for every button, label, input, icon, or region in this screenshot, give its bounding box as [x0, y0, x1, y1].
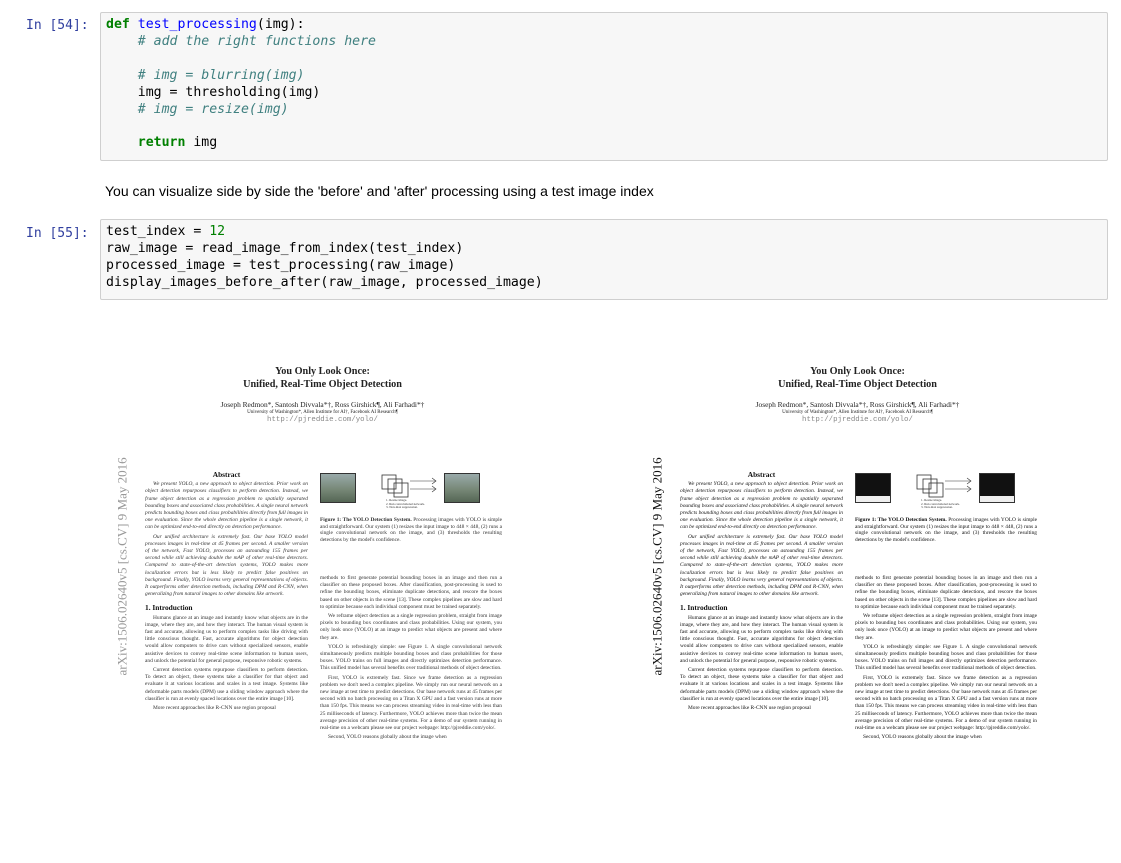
figure-caption: Figure 1: The YOLO Detection System. Pro…: [320, 517, 502, 543]
abstract-paragraph: Our unified architecture is extremely fa…: [145, 533, 308, 598]
figure-1: 1. Resize image. 2. Run convolutional ne…: [855, 469, 1037, 509]
body-paragraph: YOLO is refreshingly simple: see Figure …: [855, 643, 1037, 672]
code-editor[interactable]: test_index = 12 raw_image = read_image_f…: [101, 220, 1107, 296]
figure-output-image: [444, 473, 480, 503]
paper-right-column: methods to first generate potential boun…: [320, 575, 502, 743]
body-paragraph: More recent approaches like R-CNN use re…: [153, 705, 276, 712]
abstract-heading: Abstract: [747, 470, 776, 479]
body-paragraph: Current detection systems repurpose clas…: [680, 667, 843, 702]
paper-affiliation: University of Washington*, Allen Institu…: [782, 410, 933, 415]
figure-caption: Figure 1: The YOLO Detection System. Pro…: [855, 517, 1037, 543]
body-paragraph: Humans glance at an image and instantly …: [680, 614, 843, 664]
figure-steps: 1. Resize image. 2. Run convolutional ne…: [921, 498, 960, 510]
intro-heading: 1. Introduction: [680, 603, 728, 613]
body-paragraph: YOLO is refreshingly simple: see Figure …: [320, 643, 502, 672]
body-paragraph: Second, YOLO reasons globally about the …: [328, 734, 447, 741]
arxiv-stamp: arXiv:1506.02640v5 [cs.CV] 9 May 2016: [649, 457, 665, 676]
body-paragraph: Current detection systems repurpose clas…: [145, 667, 308, 702]
paper-authors: Joseph Redmon*, Santosh Divvala*†, Ross …: [755, 400, 960, 409]
paper-authors: Joseph Redmon*, Santosh Divvala*†, Ross …: [220, 400, 425, 409]
code-token: img: [185, 135, 218, 151]
code-token: return: [137, 135, 186, 151]
code-token: # img = blurring(img): [137, 67, 305, 83]
code-token: processed_image = test_processing(raw_im…: [106, 257, 456, 273]
code-token: # add the right functions here: [137, 33, 376, 49]
figure-output-image: [979, 473, 1015, 503]
cell-54-input[interactable]: def test_processing(img): # add the righ…: [100, 12, 1108, 161]
code-token: test_processing: [137, 17, 257, 32]
markdown-text: You can visualize side by side the 'befo…: [105, 183, 654, 199]
figure-steps: 1. Resize image. 2. Run convolutional ne…: [386, 498, 425, 510]
paper-affiliation: University of Washington*, Allen Institu…: [247, 410, 398, 415]
body-paragraph: More recent approaches like R-CNN use re…: [688, 705, 811, 712]
body-paragraph: We reframe object detection as a single …: [320, 613, 502, 641]
arxiv-stamp: arXiv:1506.02640v5 [cs.CV] 9 May 2016: [114, 457, 130, 676]
code-token: # img = resize(img): [137, 101, 289, 117]
intro-heading: 1. Introduction: [145, 603, 193, 613]
body-paragraph: First, YOLO is extremely fast. Since we …: [855, 674, 1037, 732]
paper-title: You Only Look Once: Unified, Real-Time O…: [778, 366, 937, 390]
abstract-paragraph: We present YOLO, a new approach to objec…: [680, 481, 843, 531]
paper-page: You Only Look Once: Unified, Real-Time O…: [110, 365, 535, 850]
paper-right-column: methods to first generate potential boun…: [855, 575, 1037, 743]
figure-1: 1. Resize image. 2. Run convolutional ne…: [320, 469, 502, 509]
cell-55-prompt: In [55]:: [26, 226, 89, 241]
code-token: (img):: [256, 17, 305, 32]
body-paragraph: Humans glance at an image and instantly …: [145, 614, 308, 664]
abstract-heading: Abstract: [212, 470, 241, 479]
paper-url: http://pjreddie.com/yolo/: [802, 416, 913, 424]
code-editor[interactable]: def test_processing(img): # add the righ…: [101, 13, 1107, 156]
after-image: You Only Look Once: Unified, Real-Time O…: [645, 345, 1070, 850]
paper-title: You Only Look Once: Unified, Real-Time O…: [243, 366, 402, 390]
before-image: You Only Look Once: Unified, Real-Time O…: [110, 345, 535, 850]
body-paragraph: First, YOLO is extremely fast. Since we …: [320, 674, 502, 732]
paper-left-column: Abstract We present YOLO, a new approach…: [680, 471, 843, 714]
figure-input-image: [320, 473, 356, 503]
code-token: img = thresholding(img): [106, 84, 321, 100]
code-token: def: [106, 17, 130, 32]
paper-url: http://pjreddie.com/yolo/: [267, 416, 378, 424]
body-paragraph: Second, YOLO reasons globally about the …: [863, 734, 982, 741]
cell-54-prompt: In [54]:: [26, 18, 89, 33]
code-token: raw_image = read_image_from_index(test_i…: [106, 240, 464, 256]
body-paragraph: methods to first generate potential boun…: [855, 575, 1037, 610]
abstract-paragraph: Our unified architecture is extremely fa…: [680, 533, 843, 598]
code-token: display_images_before_after(raw_image, p…: [106, 274, 543, 290]
paper-left-column: Abstract We present YOLO, a new approach…: [145, 471, 308, 714]
paper-page: You Only Look Once: Unified, Real-Time O…: [645, 365, 1070, 850]
cell-55-input[interactable]: test_index = 12 raw_image = read_image_f…: [100, 219, 1108, 300]
code-token: test_index =: [106, 224, 210, 239]
body-paragraph: We reframe object detection as a single …: [855, 613, 1037, 641]
figure-input-image: [855, 473, 891, 503]
code-token: 12: [209, 224, 226, 239]
body-paragraph: methods to first generate potential boun…: [320, 575, 502, 610]
abstract-paragraph: We present YOLO, a new approach to objec…: [145, 481, 308, 531]
